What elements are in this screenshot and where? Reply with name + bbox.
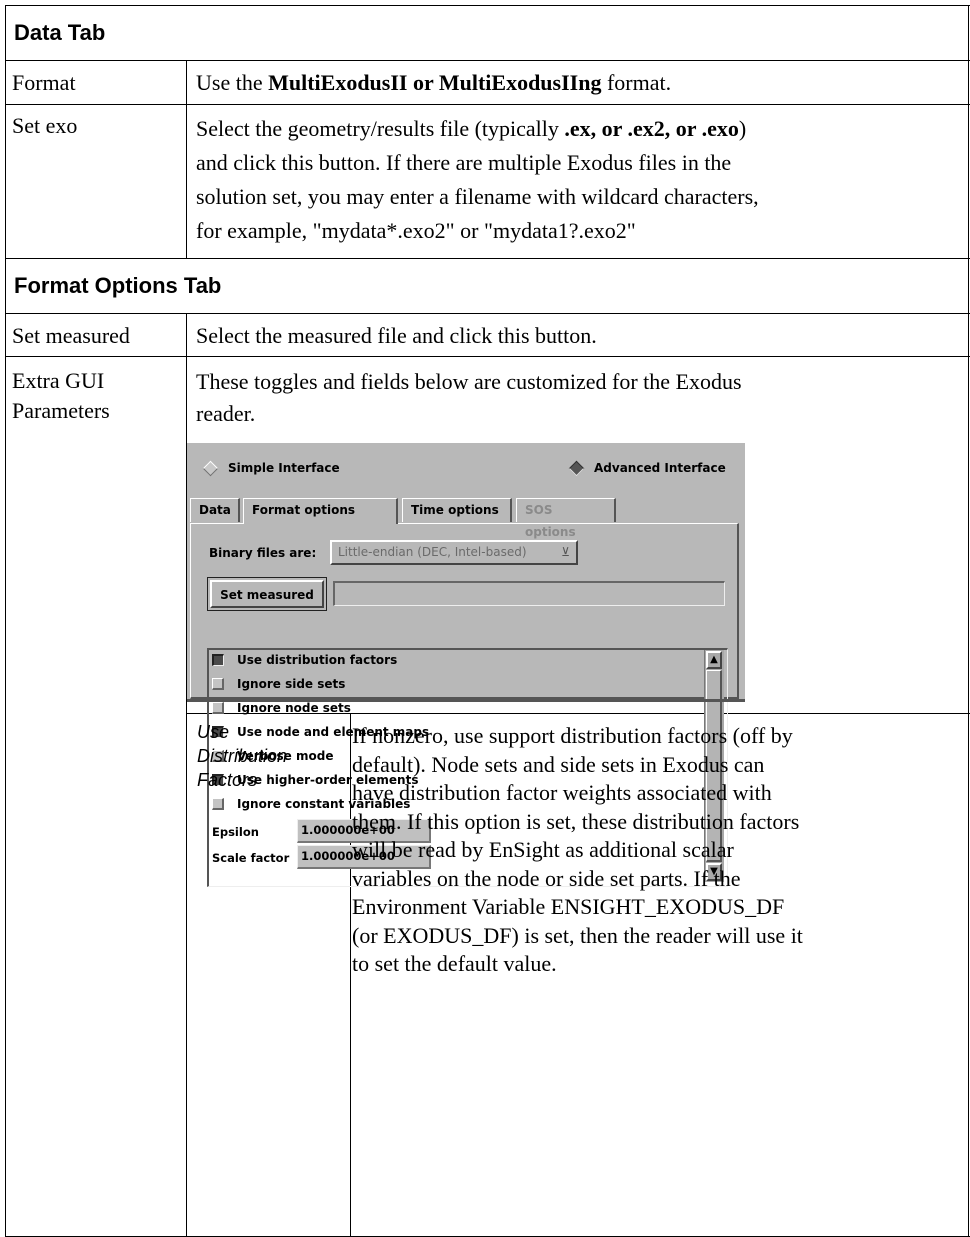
row-label-set-exo: Set exo <box>12 113 78 138</box>
term-use-distribution-factors: Use Distribution Factors <box>197 722 288 790</box>
row-label-extra-gui: Extra GUI Parameters <box>12 368 110 423</box>
tab-sos-options[interactable]: SOS options <box>516 498 616 539</box>
scale-factor-label: Scale factor <box>212 851 290 865</box>
toggle-use-distribution-factors[interactable]: Use distribution factors <box>212 651 397 669</box>
chevron-down-icon: ⊻ <box>561 545 570 559</box>
advanced-interface-radio[interactable]: Advanced Interface <box>568 460 726 476</box>
section-heading-format-options-tab: Format Options Tab <box>14 273 222 298</box>
scroll-up-icon[interactable]: ▲ <box>706 651 722 669</box>
description-use-distribution-factors: If nonzero, use support distribution fac… <box>352 723 803 976</box>
row-text-extra-gui: These toggles and fields below are custo… <box>196 369 742 426</box>
tab-time-options[interactable]: Time options <box>402 498 512 522</box>
toggle-ignore-side-sets[interactable]: Ignore side sets <box>212 675 345 693</box>
set-measured-button-frame: Set measured <box>207 577 327 611</box>
binary-files-label: Binary files are: <box>209 546 317 560</box>
measured-file-field[interactable] <box>333 581 725 606</box>
panel-bottom-edge <box>187 699 745 702</box>
simple-interface-radio[interactable]: Simple Interface <box>202 460 340 476</box>
toggle-label: Ignore node sets <box>237 701 351 715</box>
checkbox-unchecked-icon <box>212 678 224 690</box>
advanced-interface-label: Advanced Interface <box>594 461 726 475</box>
row-text-set-exo: Select the geometry/results file (typica… <box>196 116 759 243</box>
binary-format-dropdown[interactable]: Little-endian (DEC, Intel-based) ⊻ <box>330 540 578 565</box>
simple-interface-label: Simple Interface <box>228 461 340 475</box>
set-measured-button[interactable]: Set measured <box>210 580 324 608</box>
radio-off-icon <box>202 460 219 476</box>
checkbox-checked-icon <box>212 654 224 666</box>
row-label-format: Format <box>12 70 76 95</box>
section-heading-data-tab: Data Tab <box>14 20 106 45</box>
tab-format-options[interactable]: Format options <box>243 498 398 524</box>
toggle-label: Ignore side sets <box>237 677 346 691</box>
checkbox-unchecked-icon <box>212 798 224 810</box>
tab-data[interactable]: Data <box>190 498 240 522</box>
row-text-set-measured: Select the measured file and click this … <box>196 323 597 348</box>
binary-format-value: Little-endian (DEC, Intel-based) <box>338 545 527 559</box>
epsilon-label: Epsilon <box>212 825 259 839</box>
toggle-label: Use distribution factors <box>237 653 398 667</box>
row-text-format: Use the MultiExodusII or MultiExodusIIng… <box>196 70 672 95</box>
radio-on-icon <box>568 460 585 476</box>
reader-options-panel: Simple Interface Advanced Interface Data… <box>187 443 745 887</box>
checkbox-unchecked-icon <box>212 702 224 714</box>
row-label-set-measured: Set measured <box>12 323 130 348</box>
